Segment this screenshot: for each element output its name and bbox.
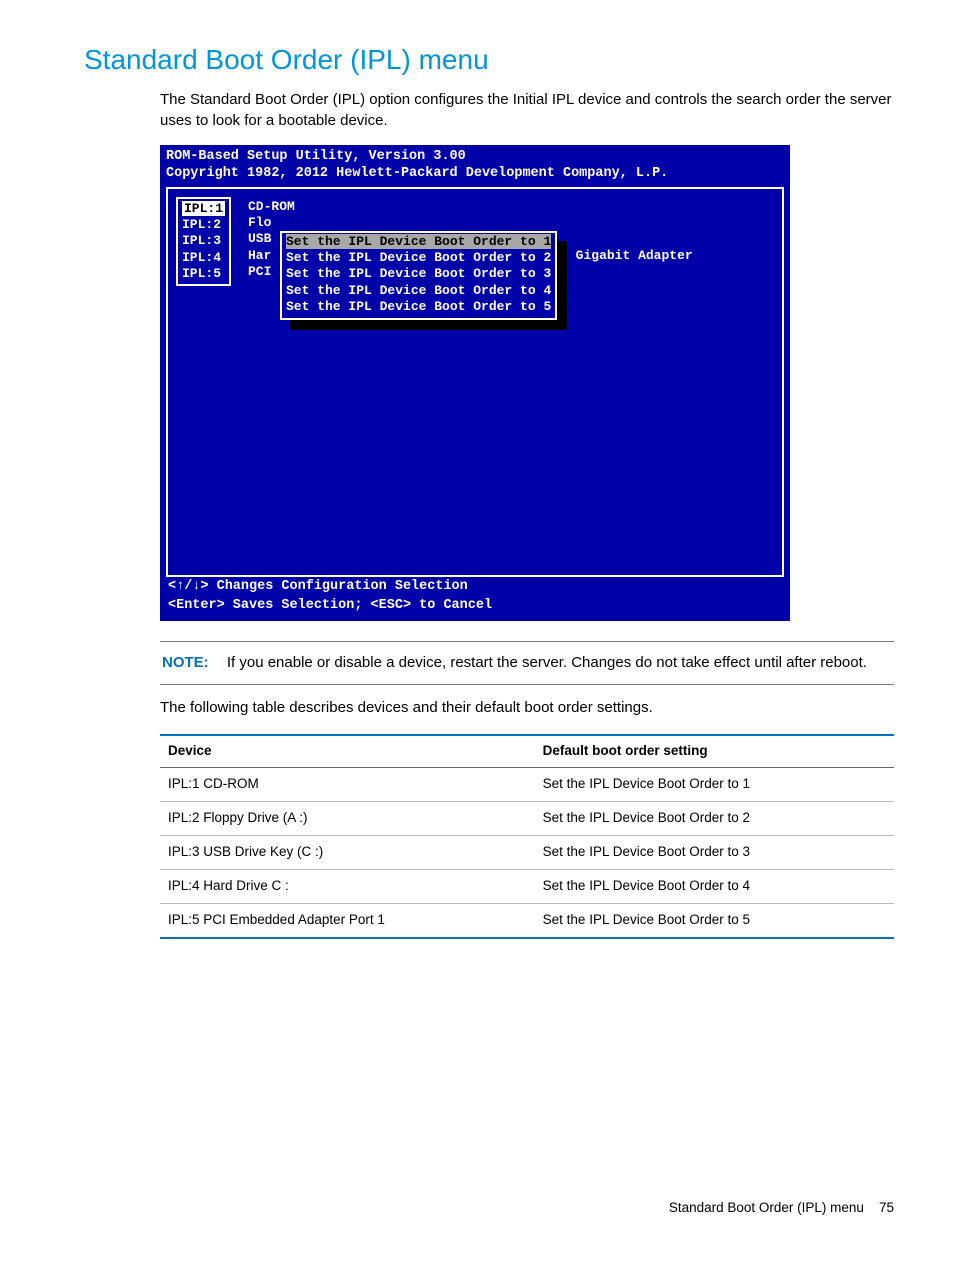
table-row: IPL:3 USB Drive Key (C :) Set the IPL De… — [160, 835, 894, 869]
bios-title: ROM-Based Setup Utility, Version 3.00 — [166, 149, 784, 166]
table-cell: IPL:3 USB Drive Key (C :) — [160, 835, 535, 869]
section-heading: Standard Boot Order (IPL) menu — [84, 40, 904, 79]
note-label: NOTE: — [162, 654, 209, 671]
table-cell: Set the IPL Device Boot Order to 3 — [535, 835, 894, 869]
bios-main-panel: IPL:1 IPL:2 IPL:3 IPL:4 IPL:5 CD-ROM Flo… — [166, 187, 784, 577]
bios-screenshot: ROM-Based Setup Utility, Version 3.00 Co… — [160, 145, 894, 621]
table-cell: Set the IPL Device Boot Order to 1 — [535, 768, 894, 802]
submenu-item[interactable]: Set the IPL Device Boot Order to 3 — [286, 266, 551, 281]
bios-copyright: Copyright 1982, 2012 Hewlett-Packard Dev… — [166, 166, 784, 183]
footer-page-number: 75 — [879, 1200, 894, 1215]
table-cell: IPL:4 Hard Drive C : — [160, 869, 535, 903]
table-cell: IPL:5 PCI Embedded Adapter Port 1 — [160, 903, 535, 937]
table-cell: Set the IPL Device Boot Order to 5 — [535, 903, 894, 937]
page-footer: Standard Boot Order (IPL) menu 75 — [50, 1199, 904, 1218]
submenu-item[interactable]: Set the IPL Device Boot Order to 2 — [286, 250, 551, 265]
submenu-item[interactable]: Set the IPL Device Boot Order to 5 — [286, 299, 551, 314]
ipl-item[interactable]: IPL:2 — [182, 217, 221, 232]
device-table: Device Default boot order setting IPL:1 … — [160, 734, 894, 938]
table-cell: Set the IPL Device Boot Order to 2 — [535, 801, 894, 835]
ipl-item-selected[interactable]: IPL:1 — [182, 201, 225, 216]
table-row: IPL:5 PCI Embedded Adapter Port 1 Set th… — [160, 903, 894, 937]
ipl-item[interactable]: IPL:4 — [182, 250, 221, 265]
submenu-item[interactable]: Set the IPL Device Boot Order to 4 — [286, 283, 551, 298]
table-header-device: Device — [160, 735, 535, 767]
note-text: If you enable or disable a device, resta… — [227, 654, 867, 671]
table-cell: IPL:1 CD-ROM — [160, 768, 535, 802]
table-cell: Set the IPL Device Boot Order to 4 — [535, 869, 894, 903]
table-header-setting: Default boot order setting — [535, 735, 894, 767]
table-row: IPL:4 Hard Drive C : Set the IPL Device … — [160, 869, 894, 903]
table-row: IPL:1 CD-ROM Set the IPL Device Boot Ord… — [160, 768, 894, 802]
ipl-item[interactable]: IPL:3 — [182, 233, 221, 248]
note-block: NOTE: If you enable or disable a device,… — [160, 641, 894, 686]
bios-ipl-list: IPL:1 IPL:2 IPL:3 IPL:4 IPL:5 — [176, 197, 231, 286]
submenu-item-selected[interactable]: Set the IPL Device Boot Order to 1 — [286, 234, 551, 249]
bios-help-line-2: <Enter> Saves Selection; <ESC> to Cancel — [166, 596, 784, 615]
footer-title: Standard Boot Order (IPL) menu — [669, 1200, 864, 1215]
ipl-item[interactable]: IPL:5 — [182, 266, 221, 281]
bios-submenu: Set the IPL Device Boot Order to 1 Set t… — [280, 231, 557, 320]
intro-paragraph: The Standard Boot Order (IPL) option con… — [160, 89, 894, 131]
table-cell: IPL:2 Floppy Drive (A :) — [160, 801, 535, 835]
bios-help-line-1: <↑/↓> Changes Configuration Selection — [166, 577, 784, 596]
table-row: IPL:2 Floppy Drive (A :) Set the IPL Dev… — [160, 801, 894, 835]
table-intro: The following table describes devices an… — [160, 697, 894, 718]
